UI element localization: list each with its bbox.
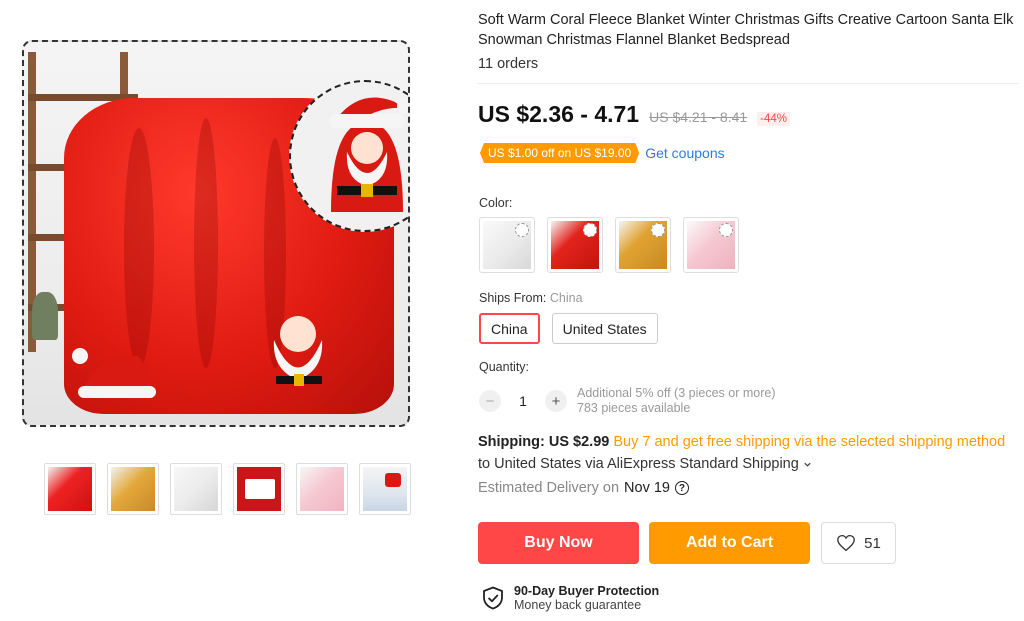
ships-from-options: China United States <box>479 313 658 344</box>
divider <box>478 83 1018 84</box>
color-swatch-red[interactable] <box>547 217 603 273</box>
coupon-tag: US $1.00 off on US $19.00 <box>480 143 639 163</box>
santa-hat-illustration <box>72 348 156 398</box>
current-price: US $2.36 - 4.71 <box>478 101 640 127</box>
delivery-label: Estimated Delivery on <box>478 480 620 496</box>
color-swatch-white[interactable] <box>479 217 535 273</box>
shipping-price: Shipping: US $2.99 <box>478 434 610 450</box>
bulk-discount-note: Additional 5% off (3 pieces or more) <box>577 386 776 400</box>
protection-subtitle: Money back guarantee <box>514 598 642 612</box>
quantity-increase-button[interactable]: + <box>545 390 567 412</box>
protection-title: 90-Day Buyer Protection <box>514 584 660 598</box>
ships-from-title: Ships From: <box>479 291 547 305</box>
color-swatches <box>479 217 739 273</box>
color-label: Color: <box>479 196 513 210</box>
santa-patch-illustration <box>273 316 323 386</box>
thumbnail-strip <box>44 463 411 515</box>
shipping-method-selector[interactable]: to United States via AliExpress Standard… <box>478 456 812 472</box>
shipping-cost: Shipping: US $2.99 Buy 7 and get free sh… <box>478 434 1005 450</box>
shield-check-icon <box>483 586 503 610</box>
quantity-value[interactable]: 1 <box>501 393 545 409</box>
chevron-down-icon <box>804 462 811 467</box>
main-product-image[interactable] <box>22 40 410 427</box>
thumbnail-pink[interactable] <box>296 463 348 515</box>
discount-badge: -44% <box>757 112 791 126</box>
thumbnail-red[interactable] <box>44 463 96 515</box>
estimated-delivery: Estimated Delivery on Nov 19 ? <box>478 480 689 496</box>
original-price: US $4.21 - 8.41 <box>649 109 748 125</box>
thumbnail-yellow[interactable] <box>107 463 159 515</box>
delivery-date: Nov 19 <box>624 480 670 496</box>
product-title: Soft Warm Coral Fleece Blanket Winter Ch… <box>478 12 1014 48</box>
price-row: US $2.36 - 4.71 US $4.21 - 8.41 -44% <box>478 101 791 128</box>
get-coupons-link[interactable]: Get coupons <box>645 145 724 161</box>
buyer-protection: 90-Day Buyer Protection Money back guara… <box>482 584 659 612</box>
thumbnail-white[interactable] <box>170 463 222 515</box>
thumbnail-set[interactable] <box>359 463 411 515</box>
quantity-decrease-button[interactable]: − <box>479 390 501 412</box>
orders-count: 11 orders <box>478 56 539 72</box>
ships-from-value: China <box>549 291 583 305</box>
ships-from-label: Ships From: China <box>479 291 583 305</box>
add-to-cart-button[interactable]: Add to Cart <box>649 522 810 564</box>
purchase-actions: Buy Now Add to Cart 51 <box>478 522 896 564</box>
quantity-info: Additional 5% off (3 pieces or more) 783… <box>577 386 775 416</box>
wishlist-count: 51 <box>864 534 881 552</box>
buy-now-button[interactable]: Buy Now <box>478 522 639 564</box>
color-swatch-pink[interactable] <box>683 217 739 273</box>
quantity-stepper: − 1 + Additional 5% off (3 pieces or mor… <box>479 386 775 416</box>
help-icon[interactable]: ? <box>674 481 689 495</box>
color-swatch-yellow[interactable] <box>615 217 671 273</box>
quantity-label: Quantity: <box>479 360 530 374</box>
heart-icon <box>837 534 855 552</box>
shipping-promo: Buy 7 and get free shipping via the sele… <box>613 434 1006 450</box>
ships-from-china-button[interactable]: China <box>479 313 540 344</box>
thumbnail-gift[interactable] <box>233 463 285 515</box>
shipping-destination: to United States via AliExpress Standard… <box>478 456 799 472</box>
pieces-available: 783 pieces available <box>577 401 691 415</box>
coupon-row: US $1.00 off on US $19.00 Get coupons <box>480 143 725 163</box>
ships-from-us-button[interactable]: United States <box>551 313 658 344</box>
wishlist-button[interactable]: 51 <box>821 522 896 564</box>
